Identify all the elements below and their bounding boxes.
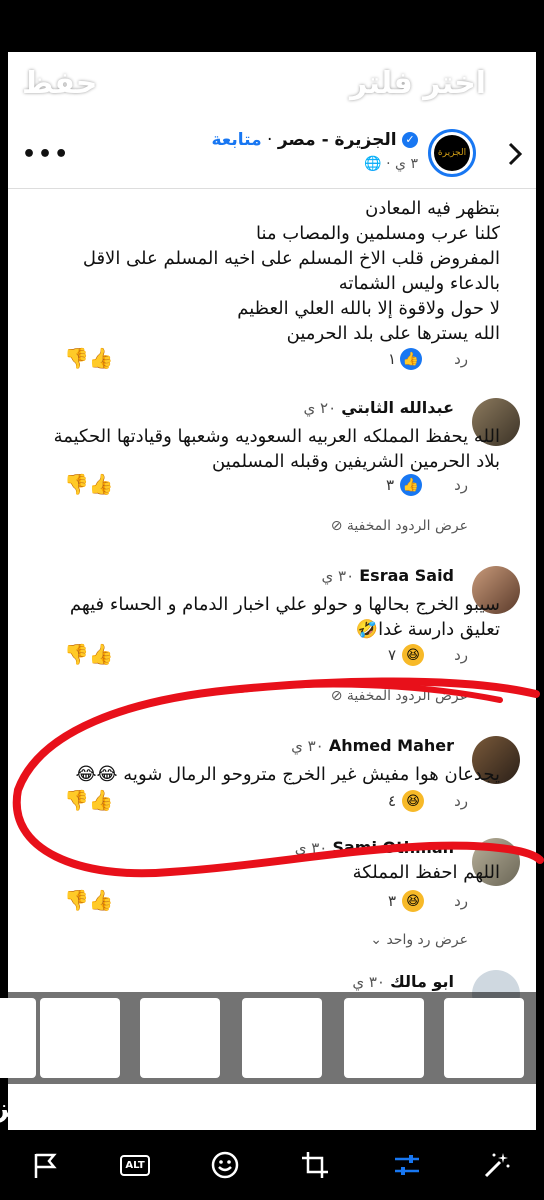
- filter-label[interactable]: برونز: [0, 1094, 62, 1124]
- editor-toolbar: ALT: [0, 1130, 544, 1200]
- thumbnail[interactable]: [344, 998, 424, 1078]
- filter-label[interactable]: دافئ: [318, 1094, 381, 1124]
- adjust-icon[interactable]: [390, 1148, 424, 1182]
- thumbnail[interactable]: [140, 998, 220, 1078]
- thumbnail[interactable]: [242, 998, 322, 1078]
- flag-icon[interactable]: [28, 1148, 62, 1182]
- filter-label[interactable]: نسيم: [420, 1094, 487, 1124]
- thumbnail[interactable]: [0, 998, 36, 1078]
- magic-icon[interactable]: [480, 1148, 514, 1182]
- filter-row: برونز متوهج إيجابي دافئ نسيم: [0, 1090, 544, 1130]
- filter-label[interactable]: متوهج: [100, 1094, 180, 1124]
- thumbnail-selected[interactable]: [444, 998, 524, 1078]
- thumbnail-strip: [0, 992, 544, 1084]
- crop-icon[interactable]: [298, 1148, 332, 1182]
- screen: حفظ 4G اختر فلتر الجزيرة ✓ الجزيرة - مصر…: [0, 0, 544, 1200]
- sticker-icon[interactable]: [208, 1148, 242, 1182]
- filter-label[interactable]: إيجابي: [210, 1094, 293, 1124]
- alt-label: ALT: [120, 1154, 150, 1176]
- alt-text-icon[interactable]: ALT: [118, 1148, 152, 1182]
- thumbnail[interactable]: [40, 998, 120, 1078]
